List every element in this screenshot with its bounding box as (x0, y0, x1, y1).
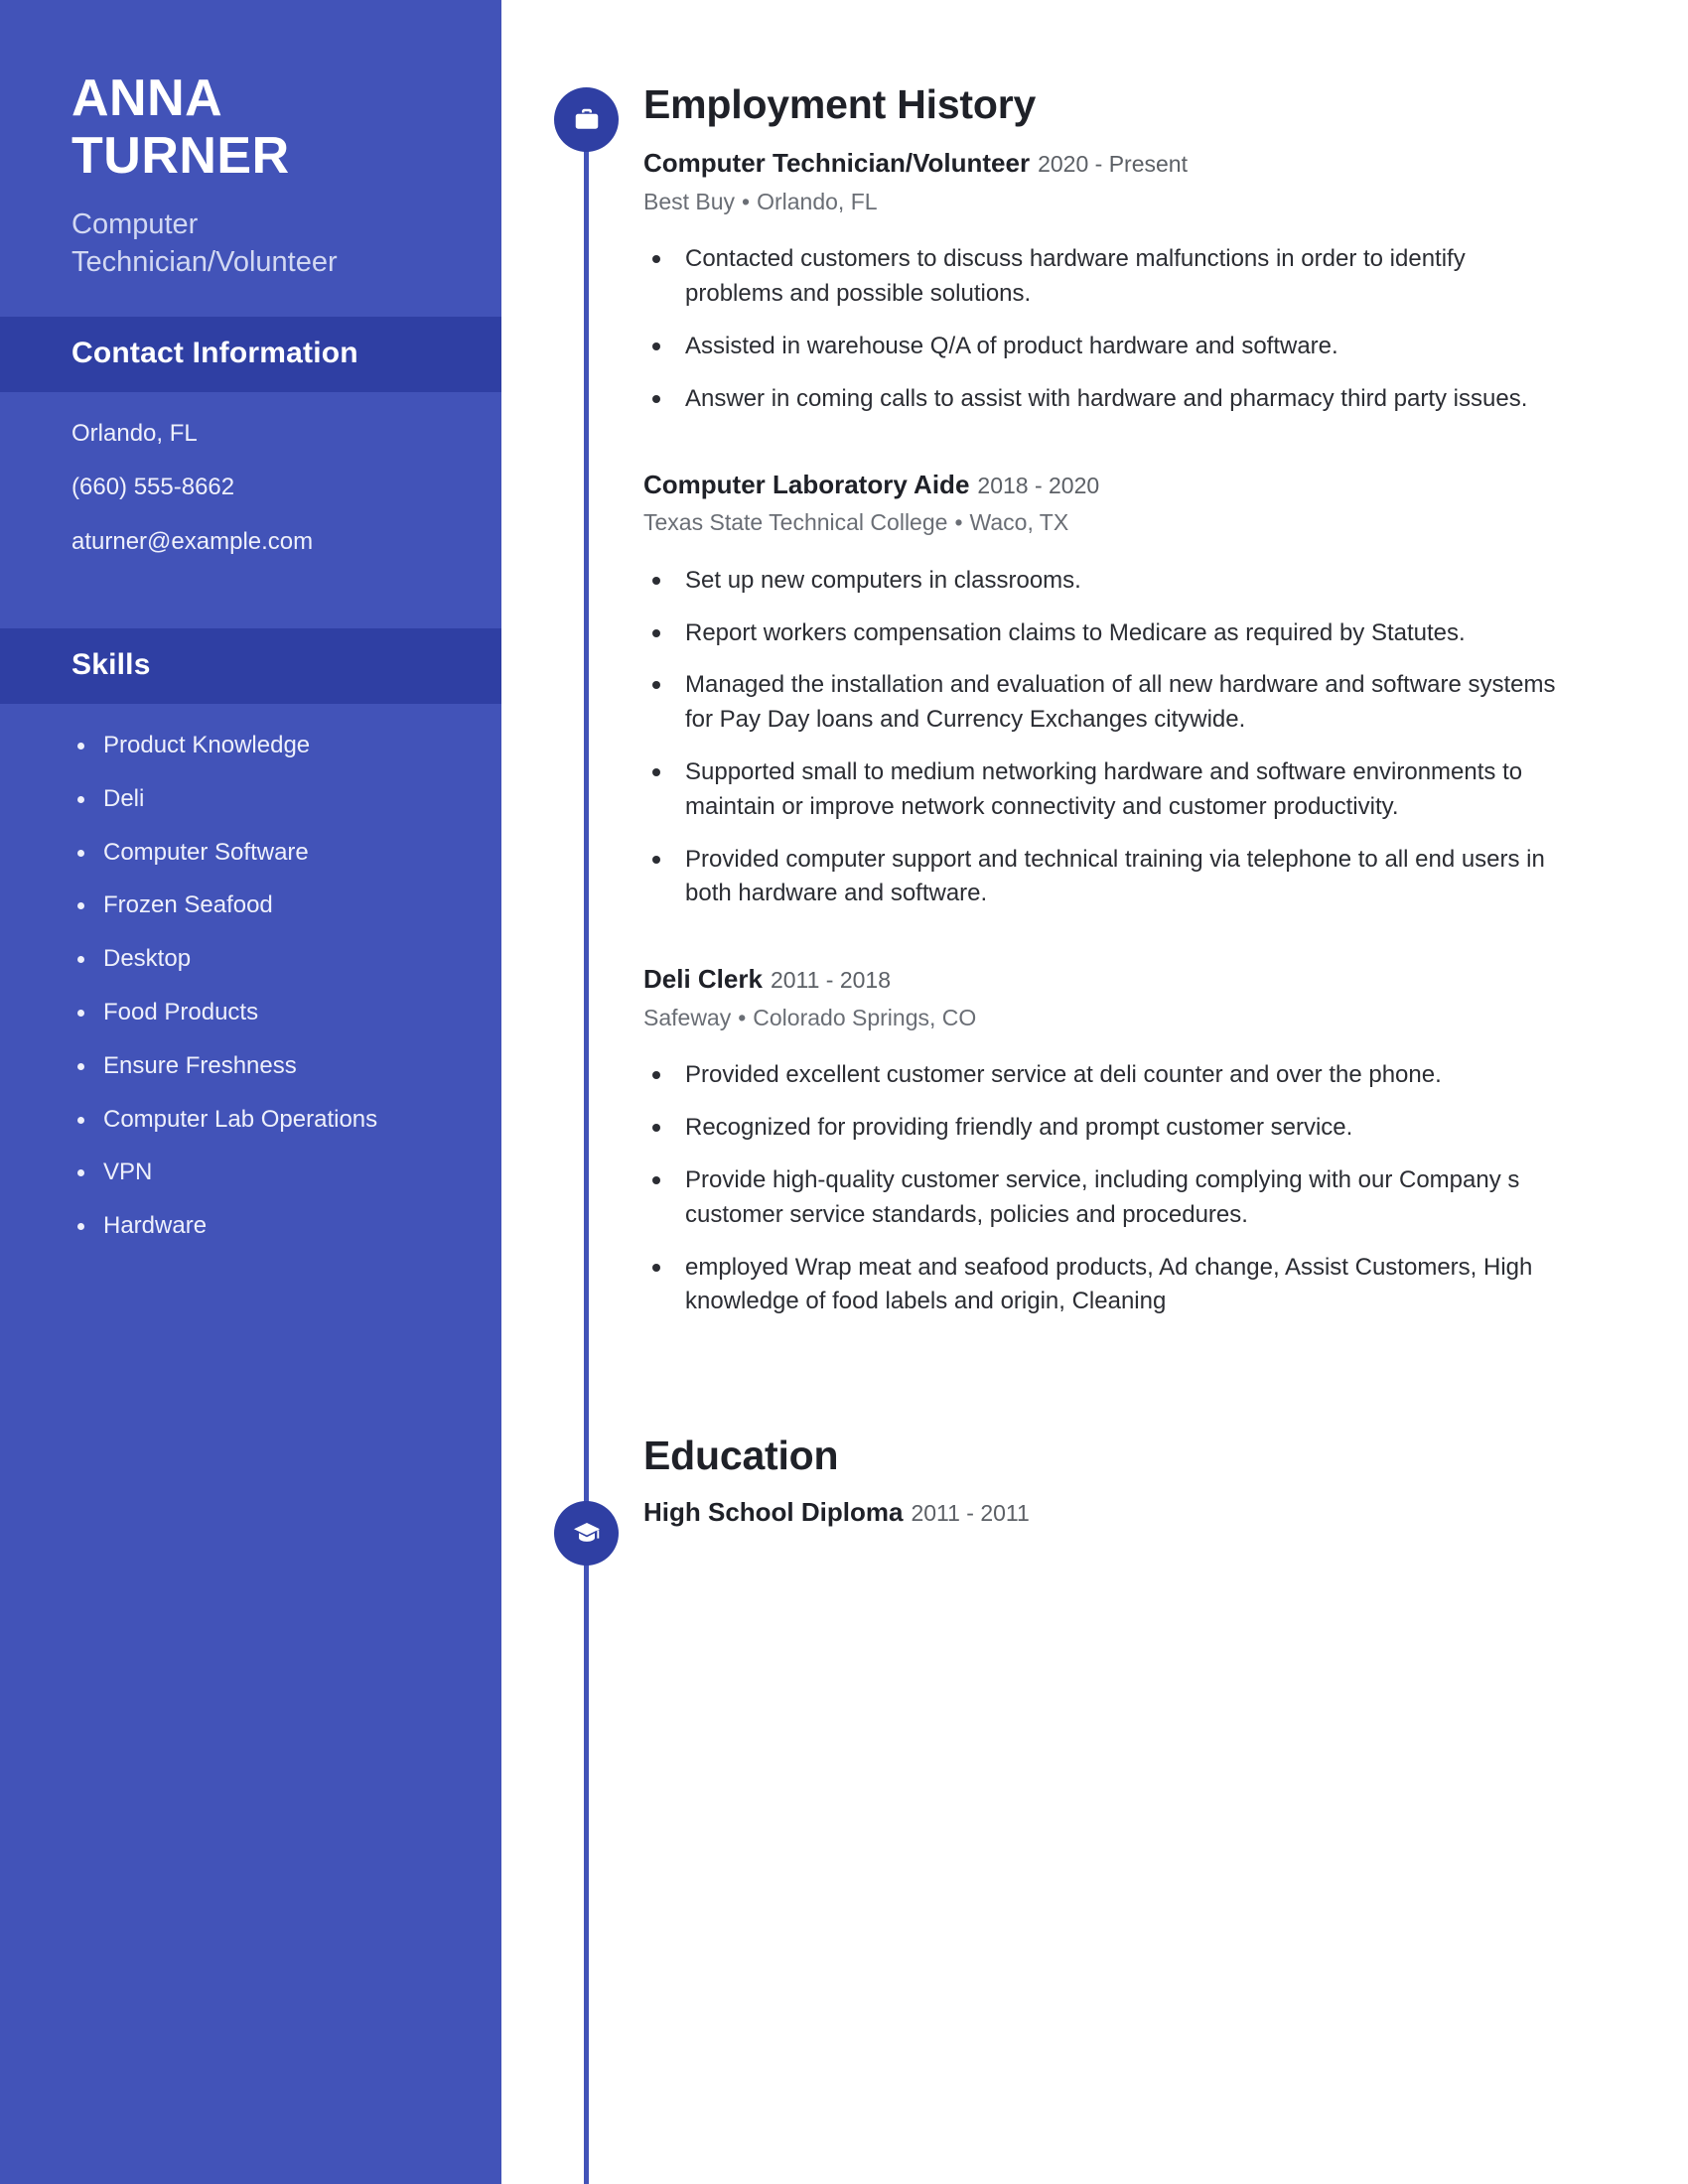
job-title: Deli Clerk (643, 964, 763, 995)
list-item: Desktop (71, 945, 430, 974)
skills-section-body: Product Knowledge Deli Computer Software… (0, 704, 501, 1276)
skills-section-header: Skills (0, 628, 501, 705)
skills-list: Product Knowledge Deli Computer Software… (71, 732, 430, 1241)
list-item: Food Products (71, 999, 430, 1027)
list-item: Computer Software (71, 839, 430, 868)
job-entry: Computer Laboratory Aide 2018 - 2020 Texa… (643, 469, 1567, 912)
list-item: Assisted in warehouse Q/A of product har… (643, 330, 1567, 364)
list-item: employed Wrap meat and seafood products,… (643, 1251, 1567, 1320)
list-item: VPN (71, 1159, 430, 1187)
list-item: Frozen Seafood (71, 891, 430, 920)
job-headline: Deli Clerk 2011 - 2018 (643, 963, 1567, 996)
education-entry: High School Diploma 2011 - 2011 (643, 1496, 1567, 1529)
sidebar: ANNA TURNER Computer Technician/Voluntee… (0, 0, 501, 2184)
contact-location: Orlando, FL (71, 419, 198, 447)
job-entry: Deli Clerk 2011 - 2018 Safeway • Colorado S… (643, 963, 1567, 1319)
candidate-name: ANNA TURNER (71, 69, 430, 185)
timeline-rail (584, 99, 589, 2184)
job-company: Safeway (643, 1004, 732, 1030)
job-dates: 2020 - Present (1038, 151, 1188, 178)
education-degree: High School Diploma (643, 1497, 904, 1528)
contact-section-title: Contact Information (71, 336, 358, 369)
job-location: Orlando, FL (757, 188, 878, 214)
list-item: Contacted customers to discuss hardware … (643, 242, 1567, 312)
education-section-title: Education (643, 1433, 839, 1479)
separator-dot: • (738, 1004, 747, 1030)
main-content: Employment History Computer Technician/V… (643, 0, 1567, 1529)
job-meta: Texas State Technical College • Waco, TX (643, 508, 1567, 537)
job-company: Best Buy (643, 188, 736, 214)
job-location: Waco, TX (969, 509, 1069, 536)
job-entry: Computer Technician/Volunteer 2020 - Pres… (643, 147, 1567, 416)
job-title: Computer Technician/Volunteer (643, 148, 1031, 179)
contact-section-body: Orlando, FL (660) 555-8662 aturner@examp… (0, 392, 501, 593)
job-dates: 2011 - 2018 (770, 967, 892, 994)
list-item: Provided computer support and technical … (643, 843, 1567, 912)
list-item: Set up new computers in classrooms. (643, 564, 1567, 599)
list-item: Answer in coming calls to assist with ha… (643, 382, 1567, 417)
contact-phone[interactable]: (660) 555-8662 (71, 474, 430, 502)
candidate-headline: Computer Technician/Volunteer (71, 208, 338, 278)
list-item: Provide high-quality customer service, i… (643, 1163, 1567, 1233)
job-meta: Safeway • Colorado Springs, CO (643, 1004, 1567, 1032)
job-duties-list: Provided excellent customer service at d… (643, 1058, 1567, 1319)
list-item: Product Knowledge (71, 732, 430, 760)
job-dates: 2018 - 2020 (977, 472, 1100, 498)
candidate-last-name: TURNER (71, 127, 290, 186)
job-company: Texas State Technical College (643, 509, 948, 536)
separator-dot: • (742, 188, 751, 214)
page-title: Employment History (643, 81, 1037, 127)
employment-history-section: Employment History Computer Technician/V… (643, 0, 1567, 1319)
job-headline: Computer Technician/Volunteer 2020 - Pres… (643, 147, 1567, 180)
list-item: Recognized for providing friendly and pr… (643, 1111, 1567, 1146)
list-item: Provided excellent customer service at d… (643, 1058, 1567, 1093)
education-section: Education High School Diploma 2011 - 2011 (643, 1337, 1567, 1529)
sidebar-header: ANNA TURNER Computer Technician/Voluntee… (0, 0, 501, 281)
list-item: Ensure Freshness (71, 1052, 430, 1081)
graduation-cap-icon (554, 1501, 619, 1566)
job-headline: Computer Laboratory Aide 2018 - 2020 (643, 469, 1567, 501)
job-location: Colorado Springs, CO (753, 1004, 977, 1030)
separator-dot: • (954, 509, 963, 536)
list-item: Hardware (71, 1212, 430, 1241)
job-duties-list: Set up new computers in classrooms. Repo… (643, 564, 1567, 911)
job-title: Computer Laboratory Aide (643, 469, 970, 499)
list-item: Supported small to medium networking har… (643, 755, 1567, 825)
job-meta: Best Buy • Orlando, FL (643, 188, 1567, 216)
list-item: Deli (71, 785, 430, 814)
list-item: Managed the installation and evaluation … (643, 668, 1567, 738)
contact-email[interactable]: aturner@example.com (71, 528, 430, 557)
list-item: Report workers compensation claims to Me… (643, 616, 1567, 651)
briefcase-icon (554, 87, 619, 152)
skills-section-title: Skills (71, 648, 151, 682)
list-item: Computer Lab Operations (71, 1106, 430, 1135)
contact-section-header: Contact Information (0, 316, 501, 392)
education-dates: 2011 - 2011 (911, 1500, 1030, 1527)
candidate-first-name: ANNA (71, 69, 223, 127)
job-duties-list: Contacted customers to discuss hardware … (643, 242, 1567, 416)
